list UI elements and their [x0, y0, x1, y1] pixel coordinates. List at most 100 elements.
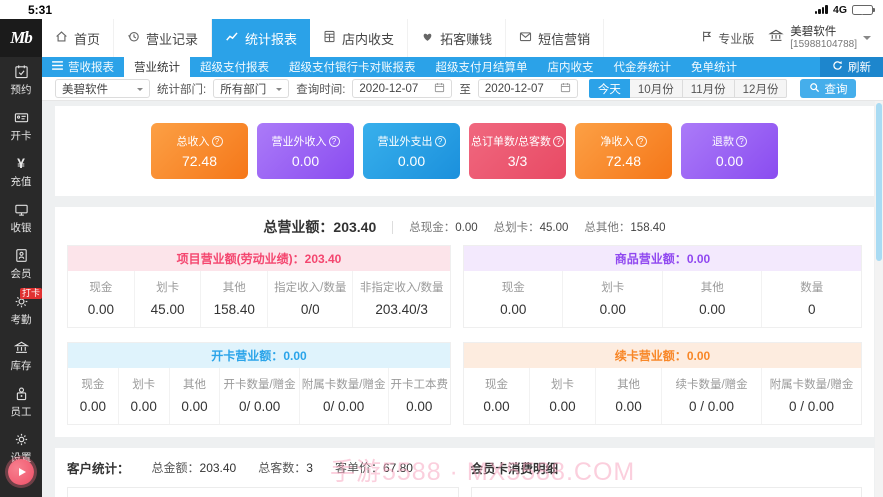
help-icon[interactable]: ?	[211, 135, 223, 147]
store-select[interactable]: 美碧软件	[55, 79, 150, 98]
sidebar-item-cashier[interactable]: 收银	[0, 195, 42, 241]
sidebar-item-booking[interactable]: 预约	[0, 57, 42, 103]
col-value: 0.00	[181, 399, 208, 414]
card-orders-customers[interactable]: 总订单数/总客数? 3/3	[469, 123, 566, 179]
subtab-business-statistics[interactable]: 营业统计	[124, 57, 190, 77]
refresh-button[interactable]: 刷新	[820, 57, 883, 77]
table-title-value: 203.40	[304, 251, 342, 266]
sidebar-item-label: 预约	[10, 84, 32, 96]
sidebar-item-attendance[interactable]: 打卡 考勤	[0, 287, 42, 333]
dept-select-value: 所有部门	[220, 83, 267, 96]
col-header: 非指定收入/数量	[359, 282, 444, 294]
hamburger-icon	[52, 61, 63, 73]
gear-icon	[14, 432, 29, 447]
search-button[interactable]: 查询	[800, 79, 857, 98]
col-value: 0.00	[87, 302, 114, 317]
top-nav: 首页 营业记录 统计报表 店内收支 拓客赚钱 短信营销 专业版 美碧软件 [15…	[42, 19, 883, 57]
table-title-value: 0.00	[686, 348, 711, 363]
col-header: 附属卡数量/赠金	[769, 379, 854, 391]
refresh-icon	[832, 60, 843, 74]
tab-sms-marketing[interactable]: 短信营销	[506, 19, 605, 57]
card-value: 3/3	[507, 153, 528, 169]
card-net-income[interactable]: 净收入? 72.48	[575, 123, 672, 179]
help-icon[interactable]: ?	[635, 135, 647, 147]
stat-label: 总金额：	[151, 461, 200, 475]
dept-select[interactable]: 所有部门	[213, 79, 290, 98]
card-non-operating-expense[interactable]: 营业外支出? 0.00	[363, 123, 460, 179]
card-non-operating-income[interactable]: 营业外收入? 0.00	[257, 123, 354, 179]
tab-label: 短信营销	[538, 31, 591, 47]
quick-october-button[interactable]: 10月份	[629, 79, 683, 98]
stat-value: 3	[306, 461, 313, 475]
subtab-super-pay-monthly[interactable]: 超级支付月结算单	[426, 57, 538, 77]
column-header: 女客	[328, 488, 458, 497]
quick-december-button[interactable]: 12月份	[734, 79, 788, 98]
help-icon[interactable]: ?	[553, 135, 565, 147]
table-title: 续卡营业额：	[614, 349, 687, 363]
subtab-voucher-statistics[interactable]: 代金券统计	[604, 57, 682, 77]
subtab-super-pay-bankcard[interactable]: 超级支付银行卡对账报表	[279, 57, 426, 77]
tab-business-records[interactable]: 营业记录	[114, 19, 213, 57]
date-from-input[interactable]: 2020-12-07	[352, 79, 453, 98]
date-to-input[interactable]: 2020-12-07	[477, 79, 578, 98]
help-icon[interactable]: ?	[328, 135, 340, 147]
tab-store-finance[interactable]: 店内收支	[310, 19, 409, 57]
col-value: 0.00	[500, 302, 527, 317]
col-header: 现金	[81, 379, 105, 391]
edition-badge[interactable]: 专业版	[701, 30, 754, 47]
sidebar-item-label: 考勤	[10, 314, 32, 326]
subtab-super-pay-report[interactable]: 超级支付报表	[190, 57, 279, 77]
card-refund[interactable]: 退款? 0.00	[681, 123, 778, 179]
clock-in-badge[interactable]: 打卡	[19, 288, 42, 299]
table-title-value: 0.00	[686, 251, 711, 266]
subtab-revenue-report[interactable]: 营收报表	[42, 57, 124, 77]
sidebar-item-recharge[interactable]: ¥ 充值	[0, 149, 42, 195]
col-header: 划卡	[601, 282, 625, 294]
col-header: 其他	[182, 379, 206, 391]
quick-range-group: 今天 10月份 11月份 12月份	[588, 79, 788, 98]
summary-title-row: 总营业额：203.40 总现金：0.00 总划卡：45.00 总其他：158.4…	[55, 207, 874, 245]
col-header: 指定收入/数量	[274, 282, 347, 294]
sidebar-item-label: 会员	[10, 268, 32, 280]
card-renewal-turnover-table: 续卡营业额： 0.00 现金 0.00 划卡 0.00 其他 0.00 续卡数量/赠金 0…	[462, 342, 862, 425]
search-label: 查询	[824, 83, 848, 96]
sidebar-item-inventory[interactable]: 库存	[0, 333, 42, 379]
sidebar-item-label: 员工	[10, 406, 32, 418]
col-value: 0/0	[300, 302, 320, 317]
subtab-free-order-statistics[interactable]: 免单统计	[681, 57, 747, 77]
calendar-icon	[434, 82, 445, 96]
col-value: 0/ 0.00	[323, 399, 365, 414]
line-chart-icon	[225, 30, 239, 46]
content-area: 总收入? 72.48 营业外收入? 0.00 营业外支出? 0.00 总订单数/…	[42, 101, 883, 497]
column-header: 赠金消费	[601, 488, 731, 497]
card-value: 72.48	[605, 153, 642, 169]
sidebar-item-open-card[interactable]: 开卡	[0, 103, 42, 149]
col-value: 0.00	[483, 399, 510, 414]
tab-home[interactable]: 首页	[42, 19, 115, 57]
col-value: 0.00	[615, 399, 642, 414]
play-button[interactable]	[8, 459, 34, 485]
tab-statistics-reports[interactable]: 统计报表	[212, 19, 311, 57]
quick-today-button[interactable]: 今天	[588, 79, 630, 98]
id-card-icon	[14, 110, 29, 125]
col-header: 开卡数量/赠金	[223, 379, 296, 391]
card-total-income[interactable]: 总收入? 72.48	[151, 123, 248, 179]
help-icon[interactable]: ?	[434, 135, 446, 147]
card-label: 总收入	[176, 136, 210, 148]
total-other-value: 158.40	[630, 222, 666, 234]
scrollbar-thumb[interactable]	[876, 103, 882, 261]
tab-label: 店内收支	[342, 31, 395, 47]
business-summary-panel: 总营业额：203.40 总现金：0.00 总划卡：45.00 总其他：158.4…	[55, 207, 874, 437]
account-menu[interactable]: 美碧软件 [15988104788]	[768, 26, 871, 51]
help-icon[interactable]: ?	[736, 135, 747, 147]
customer-stats-title: 客户统计：	[67, 462, 130, 476]
sidebar-item-members[interactable]: 会员	[0, 241, 42, 287]
quick-november-button[interactable]: 11月份	[682, 79, 735, 98]
sidebar-item-staff[interactable]: 员工	[0, 379, 42, 425]
tab-label: 拓客赚钱	[440, 31, 493, 47]
subtab-store-finance[interactable]: 店内收支	[538, 57, 604, 77]
col-header: 划卡	[132, 379, 156, 391]
col-value: 0 / 0.00	[788, 399, 835, 414]
tab-customer-acquisition[interactable]: 拓客赚钱	[408, 19, 507, 57]
scrollbar	[875, 101, 883, 497]
